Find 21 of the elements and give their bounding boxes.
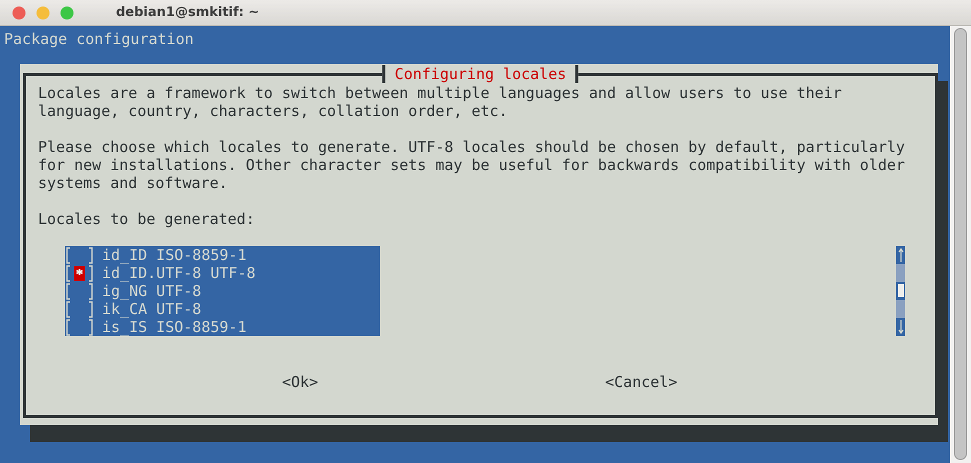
checkbox[interactable] [66, 282, 93, 300]
scrollbar[interactable] [896, 246, 905, 336]
ok-button[interactable]: <Ok> [282, 373, 318, 391]
locale-item[interactable]: ik_CA UTF-8 [102, 300, 202, 318]
description-text: Please choose which locales to generate. UTF-8 locales should be chosen by default, particularly for new installations. Other character sets may be useful for backwards compatibility with older systems and software. [38, 138, 905, 192]
scrollbar[interactable] [954, 28, 967, 460]
list-label: Locales to be generated: [38, 210, 256, 228]
window-title: debian1@smkitif: ~ [116, 5, 260, 20]
locale-item[interactable]: id_ID.UTF-8 UTF-8 [102, 264, 256, 282]
checkbox[interactable] [66, 264, 93, 282]
checkbox[interactable] [66, 246, 93, 264]
locale-item[interactable]: id_ID ISO-8859-1 [102, 246, 246, 264]
checkbox[interactable] [66, 318, 93, 336]
checkbox[interactable] [66, 300, 93, 318]
close-icon[interactable] [12, 6, 26, 20]
description-text: Locales are a framework to switch between multiple languages and allow users to use their language, country, characters, collation order, etc. [38, 84, 843, 120]
locale-item[interactable]: ig_NG UTF-8 [102, 282, 202, 300]
cancel-button[interactable]: <Cancel> [605, 373, 678, 391]
dialog-title: Configuring locales [382, 65, 578, 83]
screen-title: Package configuration [3, 30, 195, 48]
locale-item[interactable]: is_IS ISO-8859-1 [102, 318, 246, 336]
